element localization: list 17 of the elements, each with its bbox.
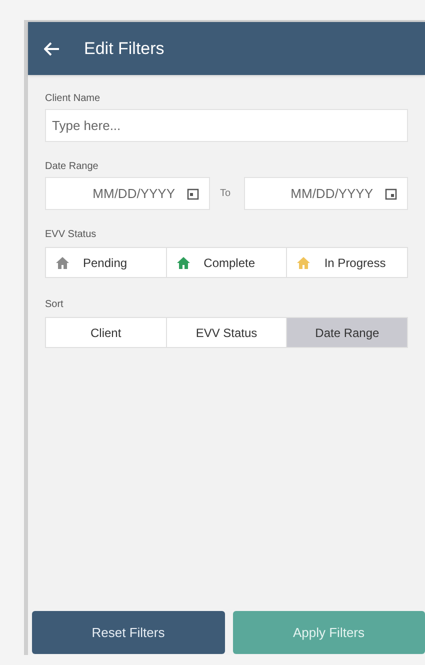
back-arrow-icon[interactable] [44, 42, 60, 56]
date-separator: To [220, 187, 232, 201]
calendar-icon [187, 188, 199, 200]
calendar-icon [385, 188, 397, 200]
sort-option[interactable]: Date Range [286, 318, 408, 347]
status-option[interactable]: Complete [166, 248, 286, 277]
field-label: Client Name [45, 92, 102, 106]
field-label: EVV Status [45, 228, 98, 242]
status-option[interactable]: In Progress [286, 248, 408, 277]
field-label: Sort [45, 298, 64, 312]
screen-title: Edit Filters [84, 38, 164, 60]
status-option[interactable]: Pending [46, 248, 166, 277]
client-name-field[interactable]: Type here... [45, 109, 408, 142]
end-date-field[interactable]: MM/DD/YYYY [244, 177, 408, 210]
start-date-field[interactable]: MM/DD/YYYY [45, 177, 210, 210]
reset-filters-button[interactable]: Reset Filters [32, 611, 224, 654]
field-label: Date Range [45, 160, 100, 174]
